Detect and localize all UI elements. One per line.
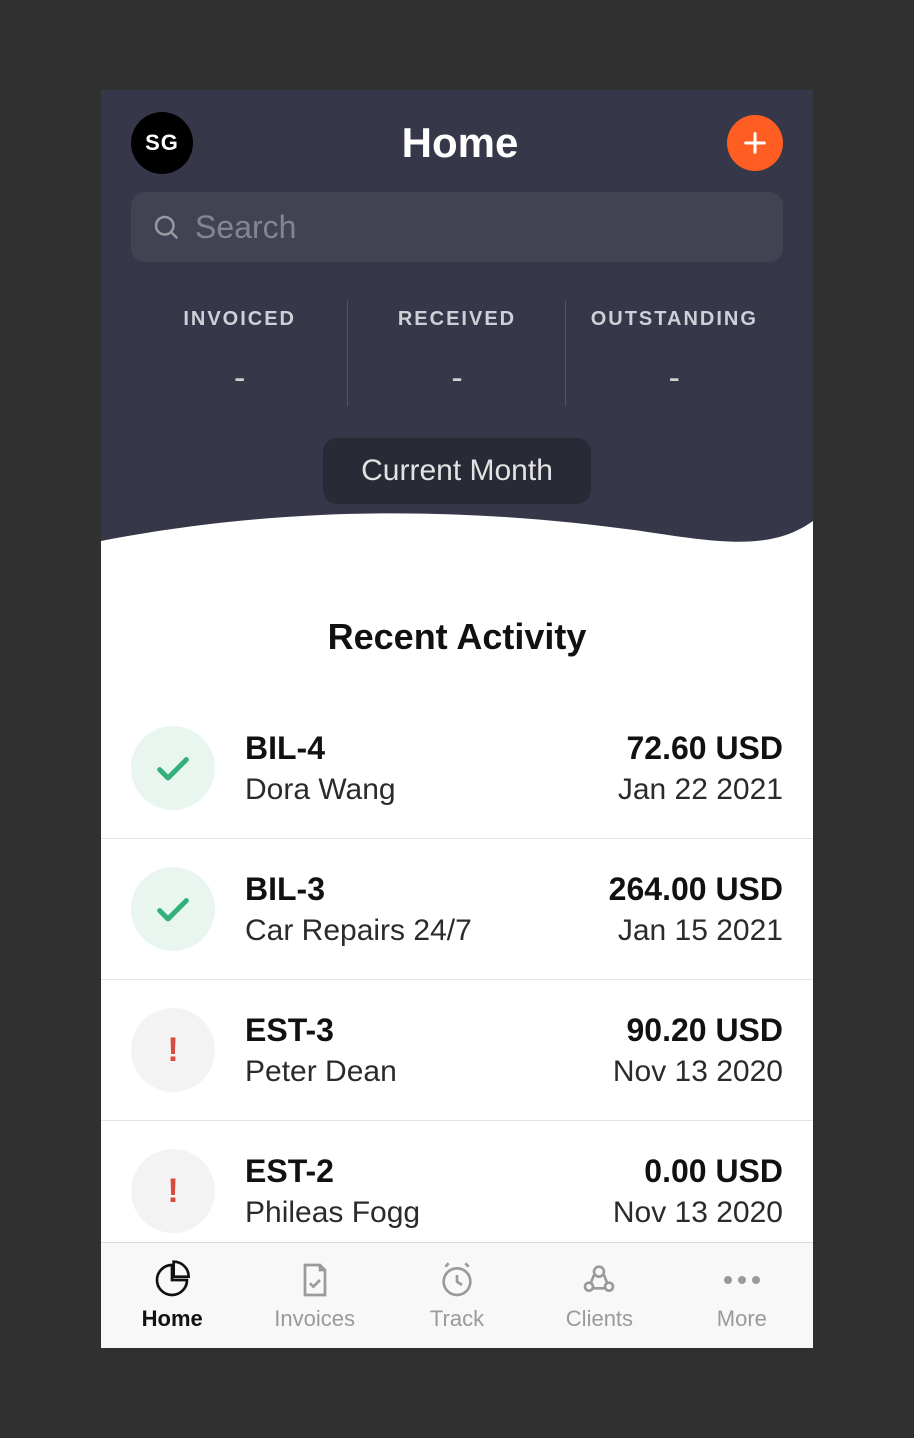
tab-more-label: More [717, 1306, 767, 1332]
stat-invoiced-value: - [131, 359, 348, 398]
activity-row-right: 90.20 USD Nov 13 2020 [613, 1012, 783, 1089]
tab-home-label: Home [142, 1306, 203, 1332]
activity-row-right: 72.60 USD Jan 22 2021 [618, 730, 783, 807]
alert-icon: ! [131, 1008, 215, 1092]
stat-invoiced-label: INVOICED [131, 308, 348, 331]
header-wave-decoration [101, 501, 813, 561]
tab-invoices[interactable]: Invoices [243, 1243, 385, 1348]
activity-row-left: EST-3 Peter Dean [245, 1012, 613, 1089]
recent-activity-title: Recent Activity [101, 616, 813, 658]
stat-outstanding-value: - [566, 359, 783, 398]
activity-id: EST-3 [245, 1012, 613, 1049]
activity-client: Peter Dean [245, 1055, 613, 1089]
period-selector[interactable]: Current Month [323, 438, 591, 504]
main-content: Recent Activity BIL-4 Dora Wang72.60 USD J… [101, 560, 813, 1262]
search-input[interactable] [195, 209, 763, 246]
tab-track[interactable]: Track [386, 1243, 528, 1348]
activity-row-right: 264.00 USD Jan 15 2021 [609, 871, 783, 948]
activity-date: Nov 13 2020 [613, 1055, 783, 1089]
tab-clients[interactable]: Clients [528, 1243, 670, 1348]
activity-amount: 72.60 USD [618, 730, 783, 767]
activity-amount: 264.00 USD [609, 871, 783, 908]
activity-client: Dora Wang [245, 773, 618, 807]
stat-invoiced[interactable]: INVOICED - [131, 308, 348, 398]
plus-icon [741, 129, 769, 157]
add-button[interactable] [727, 115, 783, 171]
activity-date: Nov 13 2020 [613, 1196, 783, 1230]
activity-row-right: 0.00 USD Nov 13 2020 [613, 1153, 783, 1230]
alert-icon: ! [131, 1149, 215, 1233]
activity-row-left: EST-2 Phileas Fogg [245, 1153, 613, 1230]
tab-more[interactable]: More [671, 1243, 813, 1348]
more-icon [724, 1260, 760, 1300]
tab-invoices-label: Invoices [274, 1306, 355, 1332]
activity-row-left: BIL-4 Dora Wang [245, 730, 618, 807]
document-check-icon [295, 1260, 335, 1300]
pie-chart-icon [152, 1260, 192, 1300]
activity-date: Jan 22 2021 [618, 773, 783, 807]
activity-row[interactable]: ! EST-2 Phileas Fogg0.00 USD Nov 13 2020 [101, 1121, 813, 1262]
activity-date: Jan 15 2021 [609, 914, 783, 948]
activity-list: BIL-4 Dora Wang72.60 USD Jan 22 2021 BIL-3 C… [101, 698, 813, 1262]
check-icon [131, 726, 215, 810]
activity-id: BIL-3 [245, 871, 609, 908]
activity-client: Phileas Fogg [245, 1196, 613, 1230]
people-icon [579, 1260, 619, 1300]
activity-id: BIL-4 [245, 730, 618, 767]
page-title: Home [402, 119, 519, 167]
period-label: Current Month [361, 454, 553, 487]
activity-amount: 90.20 USD [613, 1012, 783, 1049]
activity-amount: 0.00 USD [613, 1153, 783, 1190]
tab-track-label: Track [430, 1306, 484, 1332]
activity-id: EST-2 [245, 1153, 613, 1190]
tab-clients-label: Clients [566, 1306, 633, 1332]
search-icon [151, 212, 181, 242]
app-screen: SG Home INVOICED - RECEIV [101, 90, 813, 1348]
search-field[interactable] [131, 192, 783, 262]
stat-received-label: RECEIVED [348, 308, 565, 331]
stat-outstanding[interactable]: OUTSTANDING - [566, 308, 783, 398]
tab-home[interactable]: Home [101, 1243, 243, 1348]
activity-client: Car Repairs 24/7 [245, 914, 609, 948]
stat-received-value: - [348, 359, 565, 398]
summary-stats: INVOICED - RECEIVED - OUTSTANDING - [101, 262, 813, 398]
activity-row[interactable]: ! EST-3 Peter Dean90.20 USD Nov 13 2020 [101, 980, 813, 1121]
topbar: SG Home [101, 90, 813, 174]
avatar-initials: SG [145, 130, 179, 156]
activity-row[interactable]: BIL-3 Car Repairs 24/7264.00 USD Jan 15 20… [101, 839, 813, 980]
stat-outstanding-label: OUTSTANDING [566, 308, 783, 331]
tabbar: Home Invoices Track Clients More [101, 1242, 813, 1348]
activity-row-left: BIL-3 Car Repairs 24/7 [245, 871, 609, 948]
check-icon [131, 867, 215, 951]
activity-row[interactable]: BIL-4 Dora Wang72.60 USD Jan 22 2021 [101, 698, 813, 839]
clock-icon [437, 1260, 477, 1300]
avatar[interactable]: SG [131, 112, 193, 174]
stat-received[interactable]: RECEIVED - [348, 308, 565, 398]
header-panel: SG Home INVOICED - RECEIV [101, 90, 813, 560]
